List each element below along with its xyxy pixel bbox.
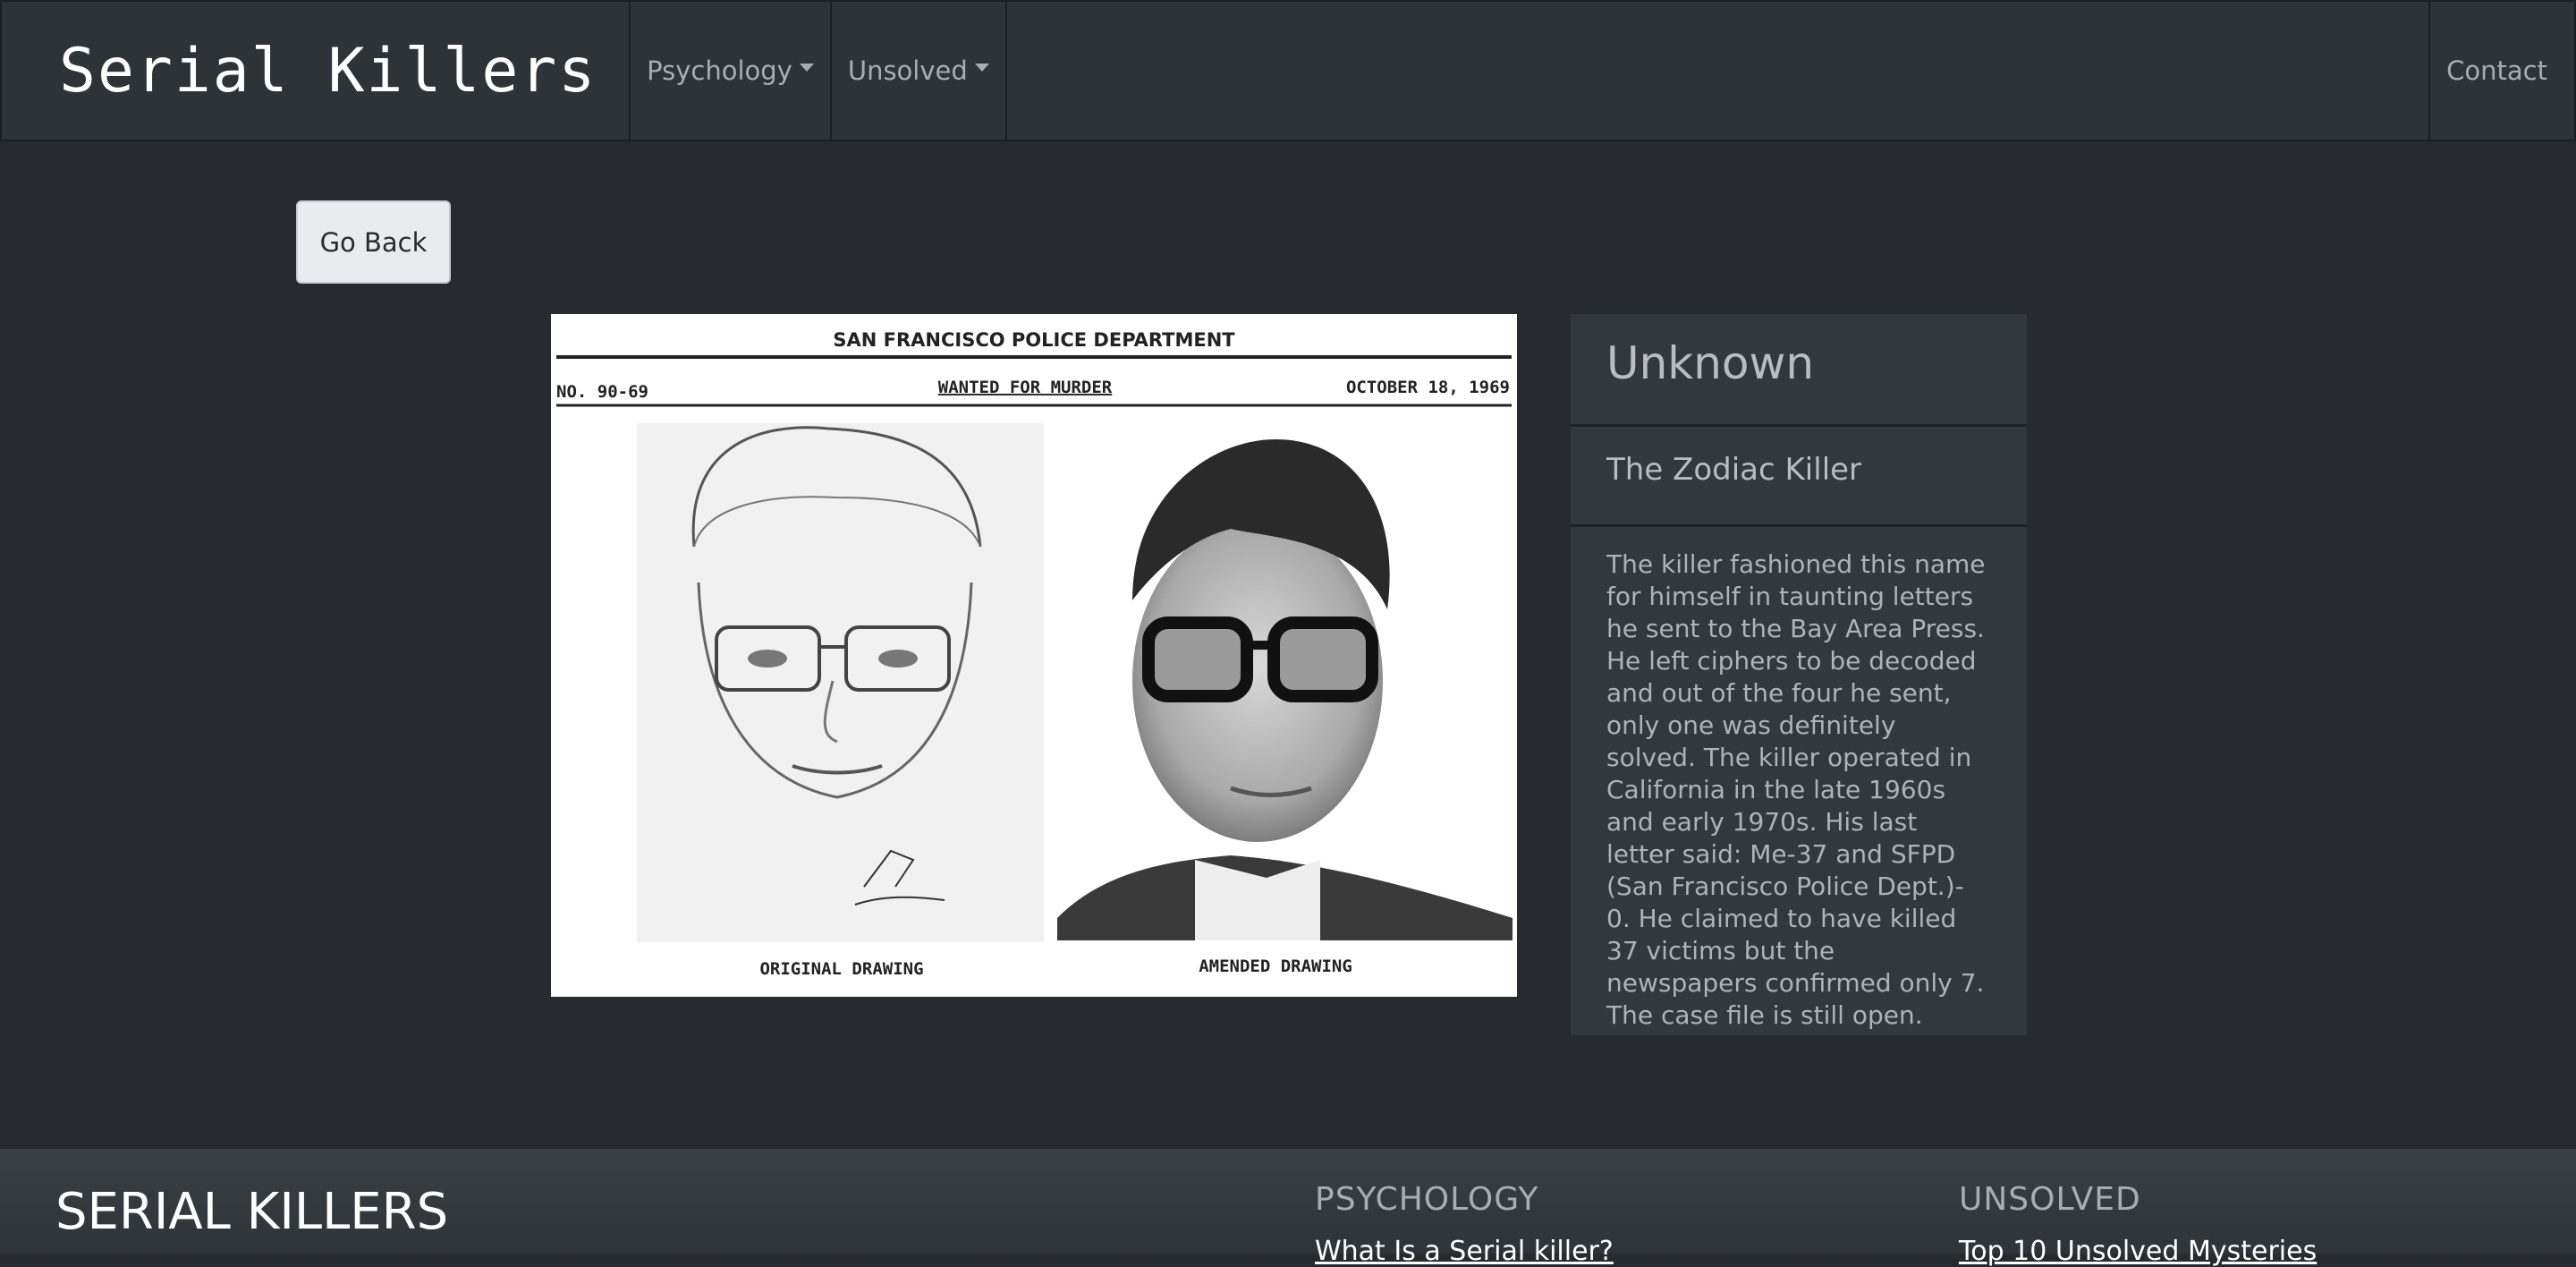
poster-number: NO. 90-69 bbox=[556, 382, 648, 402]
caption-amended: AMENDED DRAWING bbox=[1199, 957, 1352, 976]
footer-column-unsolved: UNSOLVED Top 10 Unsolved Mysteries bbox=[1959, 1181, 2317, 1267]
nav-dropdown-psychology[interactable]: Psychology bbox=[631, 2, 832, 140]
brand-logo[interactable]: Serial Killers bbox=[2, 2, 631, 140]
footer-link-what-is-serial-killer[interactable]: What Is a Serial killer? bbox=[1315, 1236, 1614, 1267]
nav-link-contact[interactable]: Contact bbox=[2428, 2, 2574, 140]
caret-down-icon bbox=[799, 63, 814, 72]
card-title: Unknown bbox=[1571, 314, 2027, 427]
card-description: The killer fashioned this name for himse… bbox=[1606, 549, 1986, 1030]
caption-original: ORIGINAL DRAWING bbox=[759, 959, 923, 979]
wanted-poster-graphic: SAN FRANCISCO POLICE DEPARTMENT NO. 90-6… bbox=[551, 314, 1517, 997]
info-card: Unknown The Zodiac Killer The killer fas… bbox=[1571, 314, 2027, 1035]
footer: SERIAL KILLERS PSYCHOLOGY What Is a Seri… bbox=[0, 1149, 2576, 1267]
card-subtitle: The Zodiac Killer bbox=[1571, 427, 2027, 527]
footer-brand: SERIAL KILLERS bbox=[55, 1183, 449, 1241]
go-back-button[interactable]: Go Back bbox=[296, 200, 451, 284]
nav-label-psychology: Psychology bbox=[647, 55, 792, 86]
original-drawing-sketch bbox=[637, 423, 1044, 942]
footer-heading-psychology: PSYCHOLOGY bbox=[1315, 1181, 1539, 1218]
poster-header: SAN FRANCISCO POLICE DEPARTMENT bbox=[833, 329, 1235, 351]
footer-heading-unsolved: UNSOLVED bbox=[1959, 1181, 2141, 1218]
footer-link-top-10-unsolved[interactable]: Top 10 Unsolved Mysteries bbox=[1959, 1236, 2317, 1267]
wanted-poster-image: SAN FRANCISCO POLICE DEPARTMENT NO. 90-6… bbox=[551, 314, 1517, 997]
poster-wanted: WANTED FOR MURDER bbox=[938, 378, 1113, 397]
footer-column-psychology: PSYCHOLOGY What Is a Serial killer? bbox=[1315, 1181, 1614, 1267]
top-navbar: Serial Killers Psychology Unsolved Conta… bbox=[0, 0, 2576, 141]
nav-dropdown-unsolved[interactable]: Unsolved bbox=[832, 2, 1007, 140]
nav-label-unsolved: Unsolved bbox=[847, 55, 968, 86]
caret-down-icon bbox=[974, 63, 989, 72]
poster-date: OCTOBER 18, 1969 bbox=[1346, 378, 1510, 397]
